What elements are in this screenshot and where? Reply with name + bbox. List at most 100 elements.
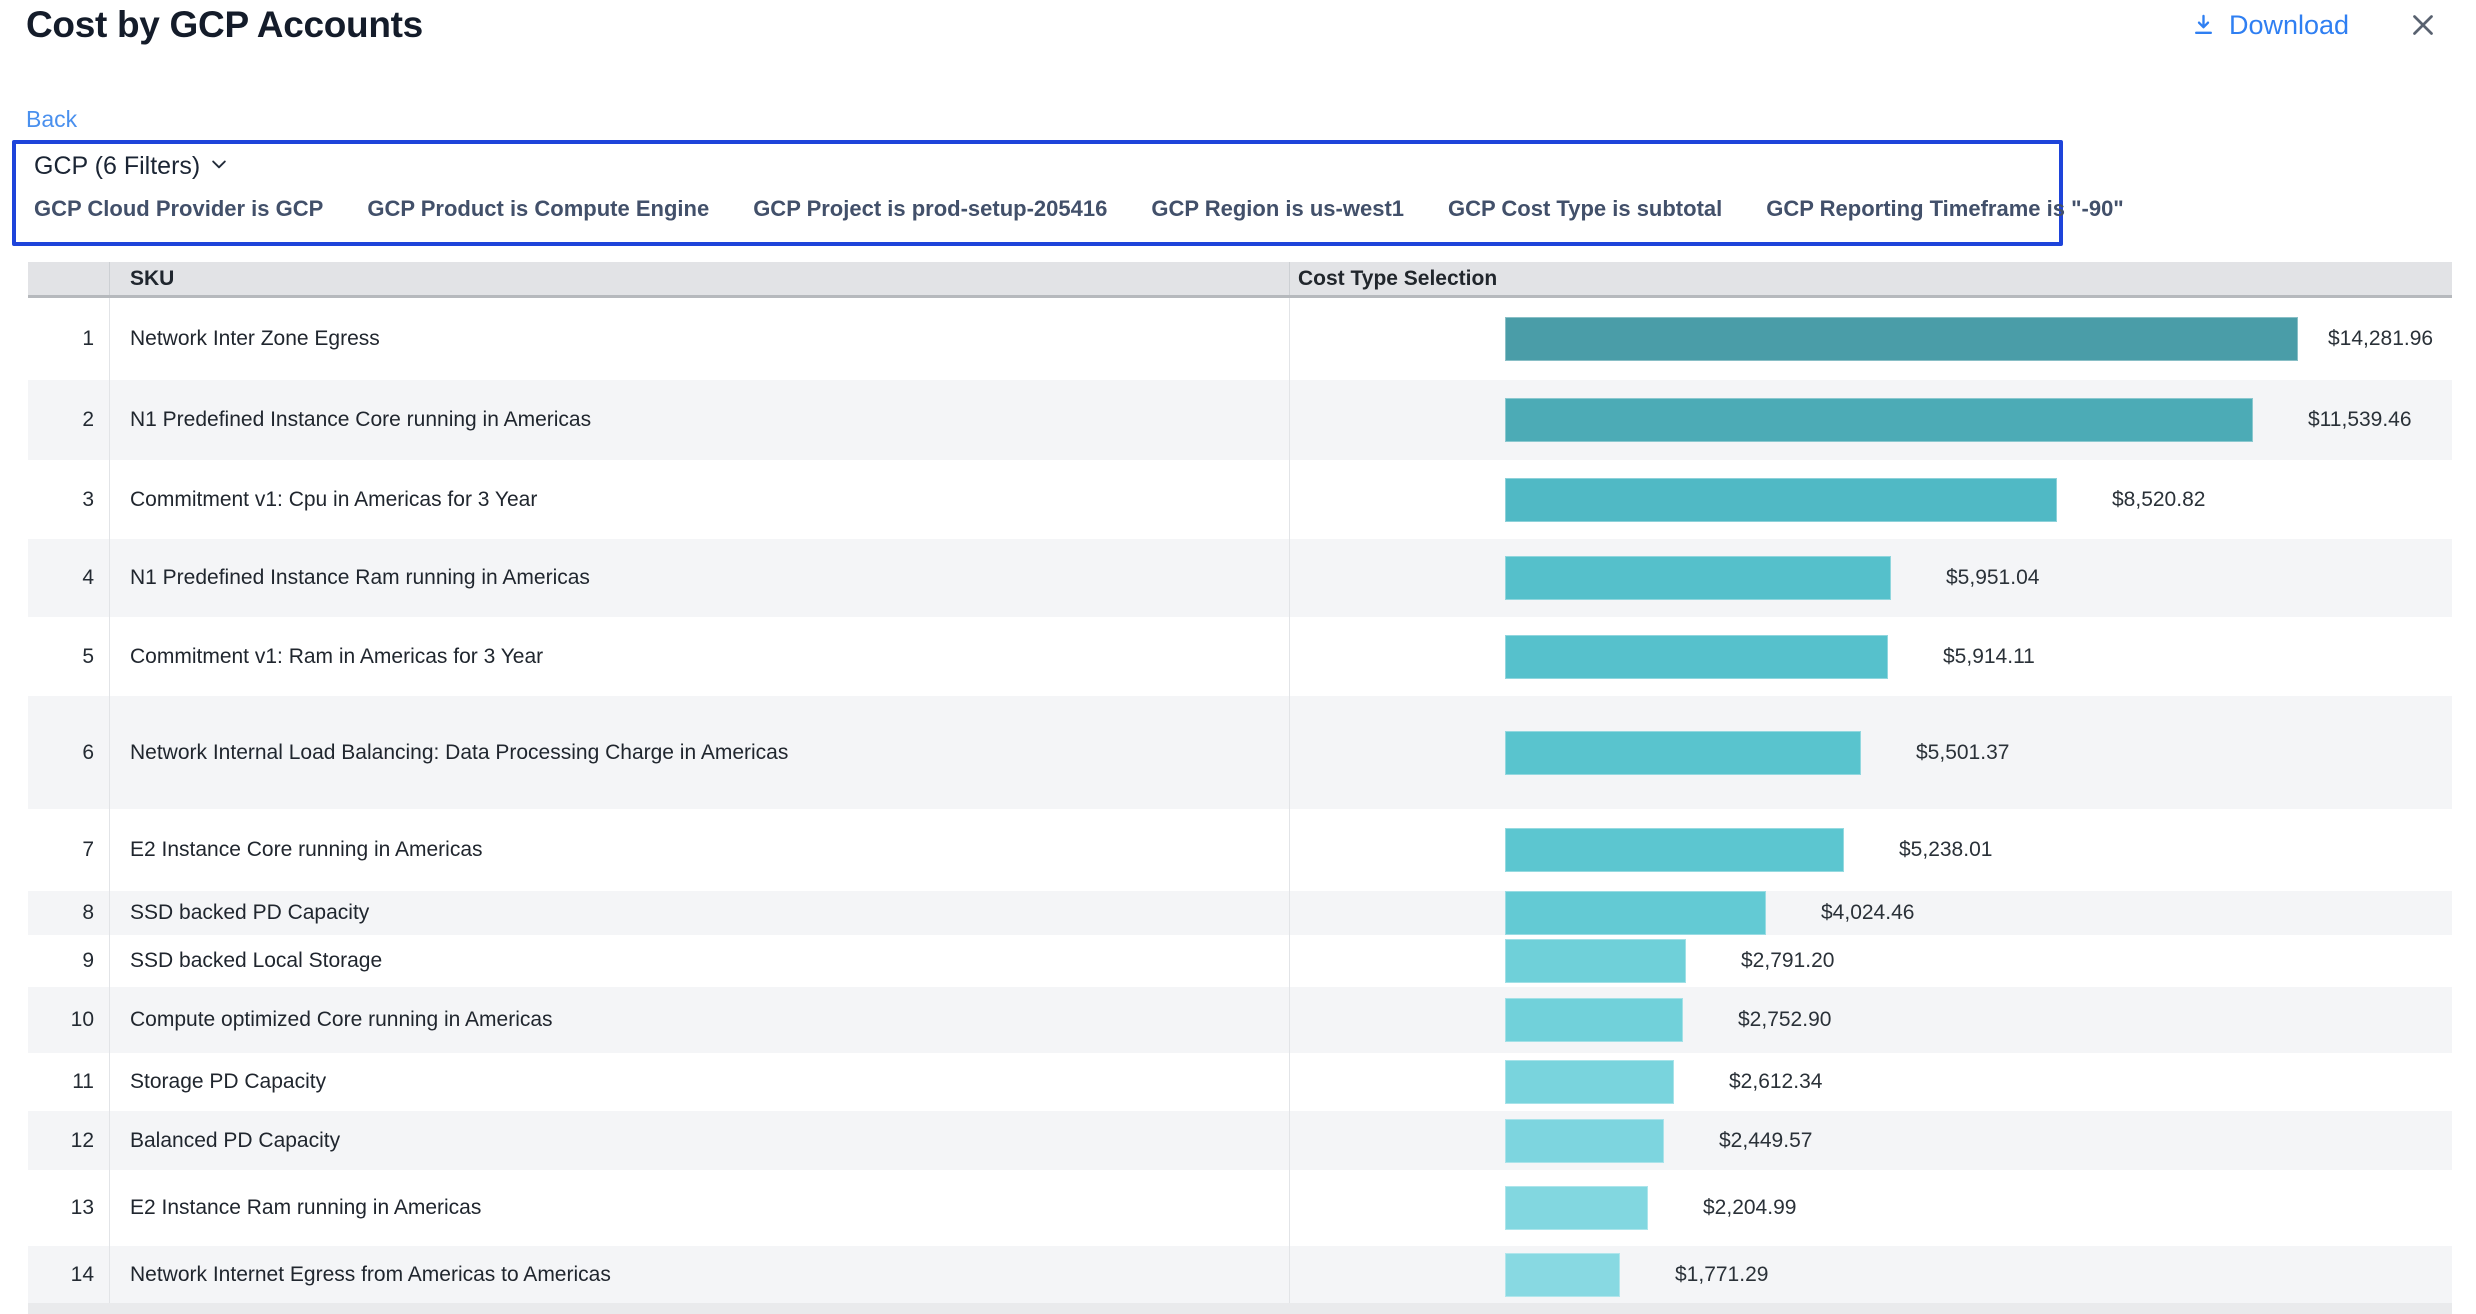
cost-bar-cell: $5,501.37 <box>1290 696 2452 809</box>
cost-bar[interactable] <box>1505 398 2253 442</box>
row-index: 2 <box>28 380 110 460</box>
sku-label: Network Inter Zone Egress <box>110 298 1290 380</box>
cost-bar-cell: $14,281.96 <box>1290 298 2452 380</box>
row-index: 13 <box>28 1170 110 1246</box>
sku-label: N1 Predefined Instance Ram running in Am… <box>110 539 1290 617</box>
sku-label: N1 Predefined Instance Core running in A… <box>110 380 1290 460</box>
chevron-down-icon <box>209 152 229 181</box>
cost-bar-cell: $11,539.46 <box>1290 380 2452 460</box>
cost-value-label: $5,914.11 <box>1943 645 2035 669</box>
cost-bar[interactable] <box>1505 731 1861 775</box>
filter-chip[interactable]: GCP Cost Type is subtotal <box>1448 196 1722 222</box>
cost-bar-cell: $1,771.29 <box>1290 1246 2452 1303</box>
table-row[interactable]: 5Commitment v1: Ram in Americas for 3 Ye… <box>28 617 2452 696</box>
cost-bar[interactable] <box>1505 556 1891 600</box>
cost-bar[interactable] <box>1505 939 1686 983</box>
filter-chip[interactable]: GCP Reporting Timeframe is "-90" <box>1766 196 2123 222</box>
cost-bar-cell: $5,238.01 <box>1290 809 2452 891</box>
cost-bar-cell: $2,204.99 <box>1290 1170 2452 1246</box>
row-index: 1 <box>28 298 110 380</box>
download-icon <box>2190 12 2217 39</box>
cost-bar[interactable] <box>1505 478 2057 522</box>
cost-bar[interactable] <box>1505 635 1888 679</box>
cost-bar-cell: $2,752.90 <box>1290 987 2452 1053</box>
filter-chip[interactable]: GCP Product is Compute Engine <box>367 196 709 222</box>
table-header-row: SKU Cost Type Selection <box>28 262 2452 298</box>
row-index: 5 <box>28 617 110 696</box>
row-index: 3 <box>28 460 110 539</box>
row-index: 4 <box>28 539 110 617</box>
sku-label: E2 Instance Ram running in Americas <box>110 1170 1290 1246</box>
cost-bar[interactable] <box>1505 998 1683 1042</box>
sku-label: E2 Instance Core running in Americas <box>110 809 1290 891</box>
cost-value-label: $1,771.29 <box>1675 1263 1768 1287</box>
back-link[interactable]: Back <box>26 106 77 133</box>
filter-chip[interactable]: GCP Project is prod-setup-205416 <box>753 196 1107 222</box>
row-index: 14 <box>28 1246 110 1303</box>
row-number-column-header <box>28 262 110 295</box>
cost-table: SKU Cost Type Selection 1Network Inter Z… <box>28 262 2452 1314</box>
sku-column-header: SKU <box>110 262 1290 295</box>
table-body: 1Network Inter Zone Egress$14,281.962N1 … <box>28 298 2452 1303</box>
table-row[interactable]: 2N1 Predefined Instance Core running in … <box>28 380 2452 460</box>
sku-label: Compute optimized Core running in Americ… <box>110 987 1290 1053</box>
filter-chip[interactable]: GCP Cloud Provider is GCP <box>34 196 323 222</box>
cost-bar-cell: $2,612.34 <box>1290 1053 2452 1111</box>
cost-bar[interactable] <box>1505 1253 1620 1297</box>
sku-label: Network Internal Load Balancing: Data Pr… <box>110 696 1290 809</box>
cost-value-label: $2,791.20 <box>1741 949 1834 973</box>
table-row[interactable]: 4N1 Predefined Instance Ram running in A… <box>28 539 2452 617</box>
table-row[interactable]: 3Commitment v1: Cpu in Americas for 3 Ye… <box>28 460 2452 539</box>
row-index: 9 <box>28 935 110 987</box>
table-row[interactable]: 14Network Internet Egress from Americas … <box>28 1246 2452 1303</box>
sku-label: Network Internet Egress from Americas to… <box>110 1246 1290 1303</box>
cost-value-label: $2,204.99 <box>1703 1196 1796 1220</box>
table-row[interactable]: 13E2 Instance Ram running in Americas $2,… <box>28 1170 2452 1246</box>
table-row[interactable]: 6Network Internal Load Balancing: Data P… <box>28 696 2452 809</box>
cost-value-label: $2,752.90 <box>1738 1008 1831 1032</box>
cost-value-label: $2,449.57 <box>1719 1129 1812 1153</box>
table-row[interactable]: 1Network Inter Zone Egress $14,281.96 <box>28 298 2452 380</box>
page-title: Cost by GCP Accounts <box>26 4 423 46</box>
filter-summary-label: GCP (6 Filters) <box>34 152 200 181</box>
table-row[interactable]: 9SSD backed Local Storage$2,791.20 <box>28 935 2452 987</box>
sku-label: Commitment v1: Ram in Americas for 3 Yea… <box>110 617 1290 696</box>
close-icon[interactable] <box>2406 8 2440 42</box>
cost-bar-cell: $4,024.46 <box>1290 891 2452 935</box>
row-index: 7 <box>28 809 110 891</box>
sku-label: Balanced PD Capacity <box>110 1111 1290 1170</box>
table-row[interactable]: 8SSD backed PD Capacity$4,024.46 <box>28 891 2452 935</box>
cost-bar[interactable] <box>1505 1060 1674 1104</box>
table-bottom-strip <box>28 1303 2452 1314</box>
row-index: 11 <box>28 1053 110 1111</box>
cost-value-label: $5,951.04 <box>1946 566 2039 590</box>
filter-chip[interactable]: GCP Region is us-west1 <box>1151 196 1404 222</box>
cost-type-selection-column-header: Cost Type Selection <box>1290 262 2452 295</box>
cost-value-label: $2,612.34 <box>1729 1070 1822 1094</box>
row-index: 8 <box>28 891 110 935</box>
download-button[interactable]: Download <box>2190 10 2349 41</box>
cost-bar-cell: $2,791.20 <box>1290 935 2452 987</box>
cost-bar-cell: $8,520.82 <box>1290 460 2452 539</box>
table-row[interactable]: 11Storage PD Capacity $2,612.34 <box>28 1053 2452 1111</box>
sku-label: Commitment v1: Cpu in Americas for 3 Yea… <box>110 460 1290 539</box>
cost-bar[interactable] <box>1505 317 2298 361</box>
filter-panel: GCP (6 Filters) GCP Cloud Provider is GC… <box>12 140 2063 246</box>
filter-summary-dropdown[interactable]: GCP (6 Filters) <box>34 152 229 181</box>
cost-bar[interactable] <box>1505 1119 1664 1163</box>
cost-value-label: $11,539.46 <box>2308 408 2412 432</box>
cost-value-label: $4,024.46 <box>1821 901 1914 925</box>
cost-value-label: $14,281.96 <box>2328 327 2433 351</box>
table-row[interactable]: 12Balanced PD Capacity$2,449.57 <box>28 1111 2452 1170</box>
table-row[interactable]: 7E2 Instance Core running in Americas$5,… <box>28 809 2452 891</box>
cost-bar-cell: $2,449.57 <box>1290 1111 2452 1170</box>
cost-bar[interactable] <box>1505 828 1844 872</box>
cost-bar[interactable] <box>1505 1186 1648 1230</box>
sku-label: Storage PD Capacity <box>110 1053 1290 1111</box>
cost-value-label: $5,501.37 <box>1916 741 2009 765</box>
cost-bar[interactable] <box>1505 891 1766 935</box>
cost-value-label: $8,520.82 <box>2112 488 2205 512</box>
cost-bar-cell: $5,914.11 <box>1290 617 2452 696</box>
table-row[interactable]: 10Compute optimized Core running in Amer… <box>28 987 2452 1053</box>
row-index: 10 <box>28 987 110 1053</box>
